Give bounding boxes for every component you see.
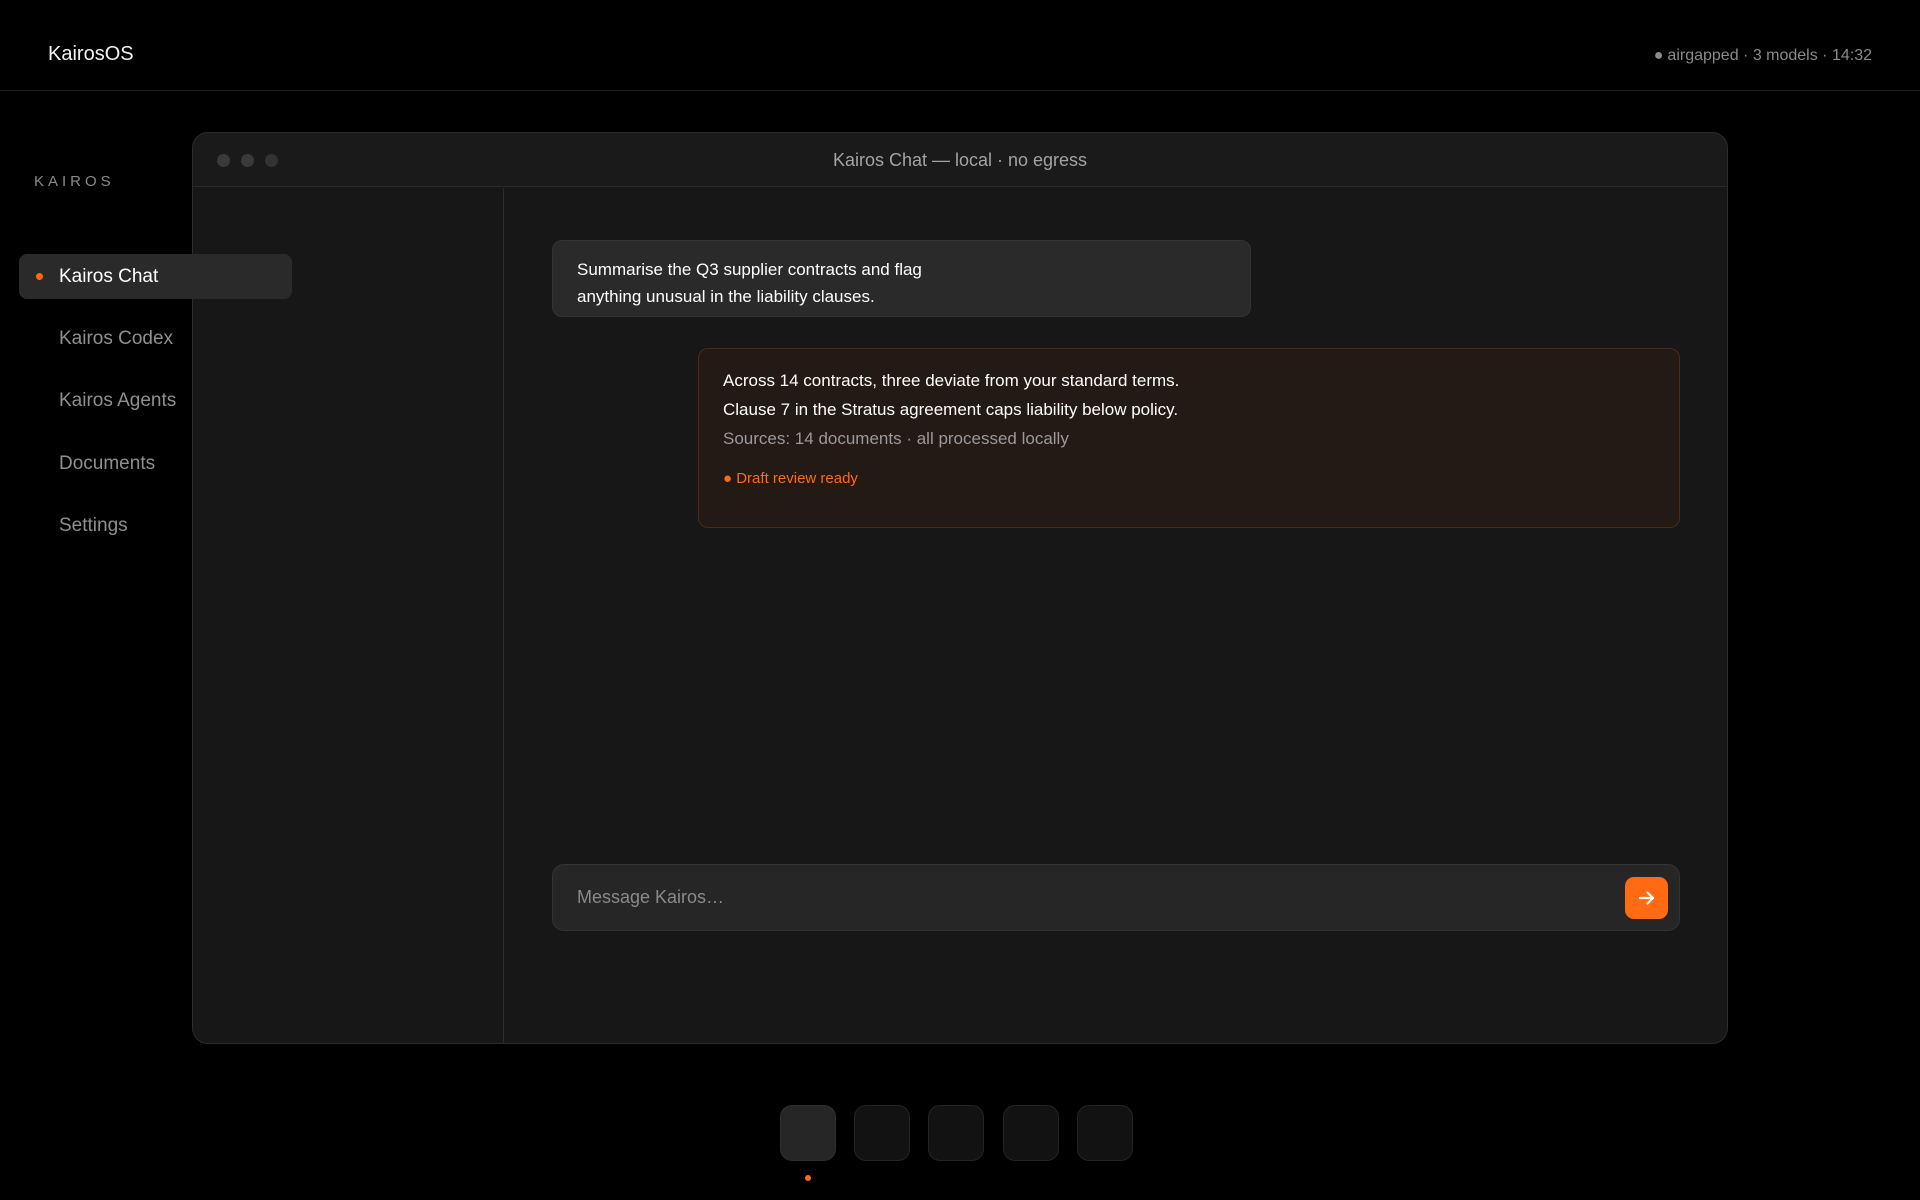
dock-item[interactable] [1003, 1105, 1059, 1161]
dock-item[interactable] [854, 1105, 910, 1161]
dock-item[interactable] [1077, 1105, 1133, 1161]
sidebar-item-label: Kairos Agents [59, 389, 177, 411]
sidebar-item-label: Kairos Codex [59, 327, 174, 349]
user-message-line: anything unusual in the liability clause… [577, 287, 875, 306]
sidebar-item-documents[interactable]: Documents [19, 441, 292, 486]
sidebar-item-label: Settings [59, 514, 128, 536]
user-message-line: Summarise the Q3 supplier contracts and … [577, 260, 922, 279]
assistant-message-line: Across 14 contracts, three deviate from … [723, 371, 1180, 390]
active-dot-icon [36, 273, 43, 280]
message-input[interactable] [575, 865, 1575, 930]
sidebar-item-kairos-chat[interactable]: Kairos Chat [19, 254, 292, 299]
window-titlebar: Kairos Chat — local · no egress [193, 133, 1727, 187]
assistant-message-line: Clause 7 in the Stratus agreement caps l… [723, 400, 1179, 419]
os-name: KairosOS [48, 43, 134, 65]
window-title: Kairos Chat — local · no egress [832, 150, 1088, 170]
sidebar-heading: KAIROS [34, 173, 115, 190]
status-dot-icon: ● [1653, 47, 1664, 64]
message-composer [552, 864, 1680, 931]
send-button[interactable] [1625, 877, 1668, 919]
draft-status-badge[interactable]: ● Draft review ready [723, 470, 1655, 487]
system-status-text: airgapped · 3 models · 14:32 [1667, 47, 1872, 64]
system-topbar: KairosOS ● airgapped · 3 models · 14:32 [0, 0, 1920, 91]
sidebar-item-kairos-codex[interactable]: Kairos Codex [19, 316, 292, 361]
dock-item[interactable] [928, 1105, 984, 1161]
sidebar-item-label: Kairos Chat [59, 265, 159, 287]
assistant-message-bubble: Across 14 contracts, three deviate from … [698, 348, 1680, 528]
user-message-bubble: Summarise the Q3 supplier contracts and … [552, 240, 1251, 317]
system-status: ● airgapped · 3 models · 14:32 [1654, 47, 1872, 65]
sidebar-item-label: Documents [59, 452, 156, 474]
sidebar-item-kairos-agents[interactable]: Kairos Agents [19, 378, 292, 423]
dock-active-indicator [805, 1175, 811, 1181]
sidebar-item-settings[interactable]: Settings [19, 503, 292, 548]
assistant-sources: Sources: 14 documents · all processed lo… [723, 429, 1069, 448]
arrow-right-icon [1638, 891, 1654, 905]
dock-item-kairos-chat[interactable] [780, 1105, 836, 1161]
